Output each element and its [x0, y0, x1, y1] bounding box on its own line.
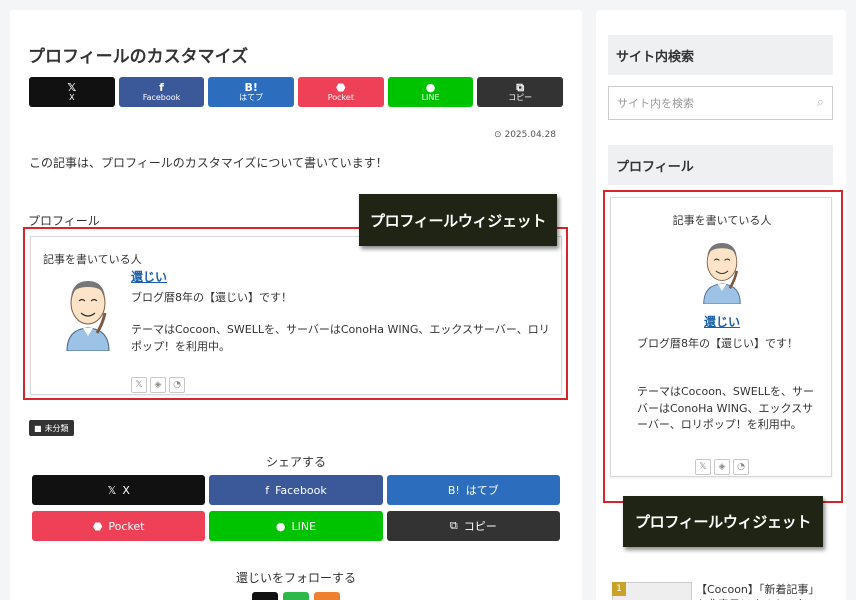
- author-bio-line1: ブログ暦8年の【還じい】です！: [131, 291, 292, 304]
- follow-x-button[interactable]: [252, 592, 278, 600]
- callout-label-side: プロフィールウィジェット: [623, 496, 823, 547]
- x-icon: 𝕏: [67, 80, 77, 94]
- share-facebook-button[interactable]: f Facebook: [209, 475, 383, 505]
- share-pocket-button[interactable]: ⬣ Pocket: [298, 77, 384, 107]
- copy-icon: ⧉: [516, 80, 525, 94]
- share-line-button[interactable]: ● LINE: [209, 511, 383, 541]
- avatar-illustration: [703, 242, 741, 305]
- sidebar-author-card: 記事を書いている人 還じい ブログ暦8年の【還じい】です！ テーマはCocoon…: [610, 197, 832, 477]
- author-avatar: [59, 273, 117, 352]
- share-buttons-bottom: 𝕏X f Facebook B! はてブ ⬣ Pocket ● LINE ⧉ コピー: [32, 475, 560, 541]
- share-facebook-button[interactable]: f Facebook: [118, 77, 205, 107]
- share-pocket-button[interactable]: ⬣ Pocket: [32, 511, 206, 541]
- author-bio-line2: テーマはCocoon、SWELLを、サーバーはConoHa WING、エックスサ…: [131, 323, 550, 353]
- rss-icon[interactable]: ◔: [733, 459, 749, 475]
- category-badge[interactable]: ■ 未分類: [29, 420, 74, 436]
- copy-icon: ⧉: [449, 519, 458, 532]
- share-buttons-top: 𝕏X f Facebook B! はてブ ⬣ Pocket ● LINE ⧉ コピー: [29, 77, 564, 107]
- search-heading: サイト内検索: [608, 35, 833, 75]
- pocket-icon: ⬣: [92, 519, 103, 533]
- share-copy-button[interactable]: ⧉ コピー: [386, 511, 560, 541]
- post-date: ⊙ 2025.04.28: [494, 130, 556, 140]
- x-icon: 𝕏: [107, 483, 117, 497]
- callout-label-main: プロフィールウィジェット: [359, 194, 557, 246]
- sidebar: サイト内検索 サイト内を検索 ⌕ プロフィール 記事を書いている人 還じい ブロ…: [596, 10, 846, 600]
- share-hatebu-button[interactable]: B! はてブ: [208, 77, 295, 107]
- pocket-icon: ⬣: [336, 80, 346, 94]
- author-card-label: 記事を書いている人: [43, 253, 142, 266]
- line-icon: ●: [425, 80, 436, 94]
- rss-icon[interactable]: ◔: [169, 377, 185, 393]
- follow-feedly-button[interactable]: [283, 592, 309, 600]
- facebook-icon: f: [265, 483, 270, 497]
- share-x-button[interactable]: 𝕏X: [32, 475, 206, 505]
- search-icon[interactable]: ⌕: [817, 95, 824, 110]
- new-post-title-link[interactable]: 【Cocoon】「新着記事」を非表示にするカスタマイズ: [696, 582, 826, 600]
- follow-rss-button[interactable]: [314, 592, 340, 600]
- rank-badge: 1: [612, 582, 626, 596]
- feedly-icon[interactable]: ◈: [150, 377, 166, 393]
- x-icon[interactable]: 𝕏: [695, 459, 711, 475]
- folder-icon: ■: [34, 423, 42, 433]
- hatebu-icon: B!: [447, 483, 460, 497]
- sidebar-author-bio1: ブログ暦8年の【還じい】です！: [637, 337, 798, 350]
- sidebar-author-name-link[interactable]: 還じい: [611, 313, 833, 330]
- main-content: プロフィールのカスタマイズ 𝕏X f Facebook B! はてブ ⬣ Pocket…: [10, 10, 582, 600]
- hatebu-icon: B!: [244, 80, 258, 94]
- share-hatebu-button[interactable]: B! はてブ: [386, 475, 560, 505]
- facebook-icon: f: [159, 80, 164, 94]
- sidebar-author-avatar: [694, 236, 750, 305]
- search-input[interactable]: サイト内を検索 ⌕: [608, 86, 833, 120]
- intro-text: この記事は、プロフィールのカスタマイズについて書いています！: [29, 156, 388, 170]
- share-line-button[interactable]: ● LINE: [387, 77, 474, 107]
- share-heading: シェアする: [265, 455, 326, 469]
- follow-buttons: [252, 592, 340, 600]
- follow-heading: 還じいをフォローする: [235, 571, 356, 585]
- x-icon[interactable]: 𝕏: [131, 377, 147, 393]
- author-name-link[interactable]: 還じい: [131, 268, 167, 285]
- sidebar-author-label: 記事を書いている人: [672, 214, 772, 227]
- line-icon: ●: [275, 519, 286, 533]
- sidebar-author-bio2: テーマはCocoon、SWELLを、サーバーはConoHa WING、エックスサ…: [637, 385, 814, 431]
- page-title: プロフィールのカスタマイズ: [28, 47, 249, 67]
- author-card: 記事を書いている人 還じい ブログ暦8年の【還じい】です！ テーマはCocoon…: [30, 236, 562, 395]
- sidebar-social-icons: 𝕏 ◈ ◔: [695, 459, 752, 475]
- feedly-icon[interactable]: ◈: [714, 459, 730, 475]
- sidebar-profile-heading: プロフィール: [608, 145, 833, 185]
- new-post-thumbnail[interactable]: 1: [612, 582, 692, 600]
- avatar-illustration: [66, 281, 110, 352]
- clock-icon: ⊙: [494, 130, 502, 140]
- share-copy-button[interactable]: ⧉ コピー: [477, 77, 564, 107]
- share-x-button[interactable]: 𝕏X: [29, 77, 115, 107]
- author-social-icons: 𝕏 ◈ ◔: [131, 377, 188, 393]
